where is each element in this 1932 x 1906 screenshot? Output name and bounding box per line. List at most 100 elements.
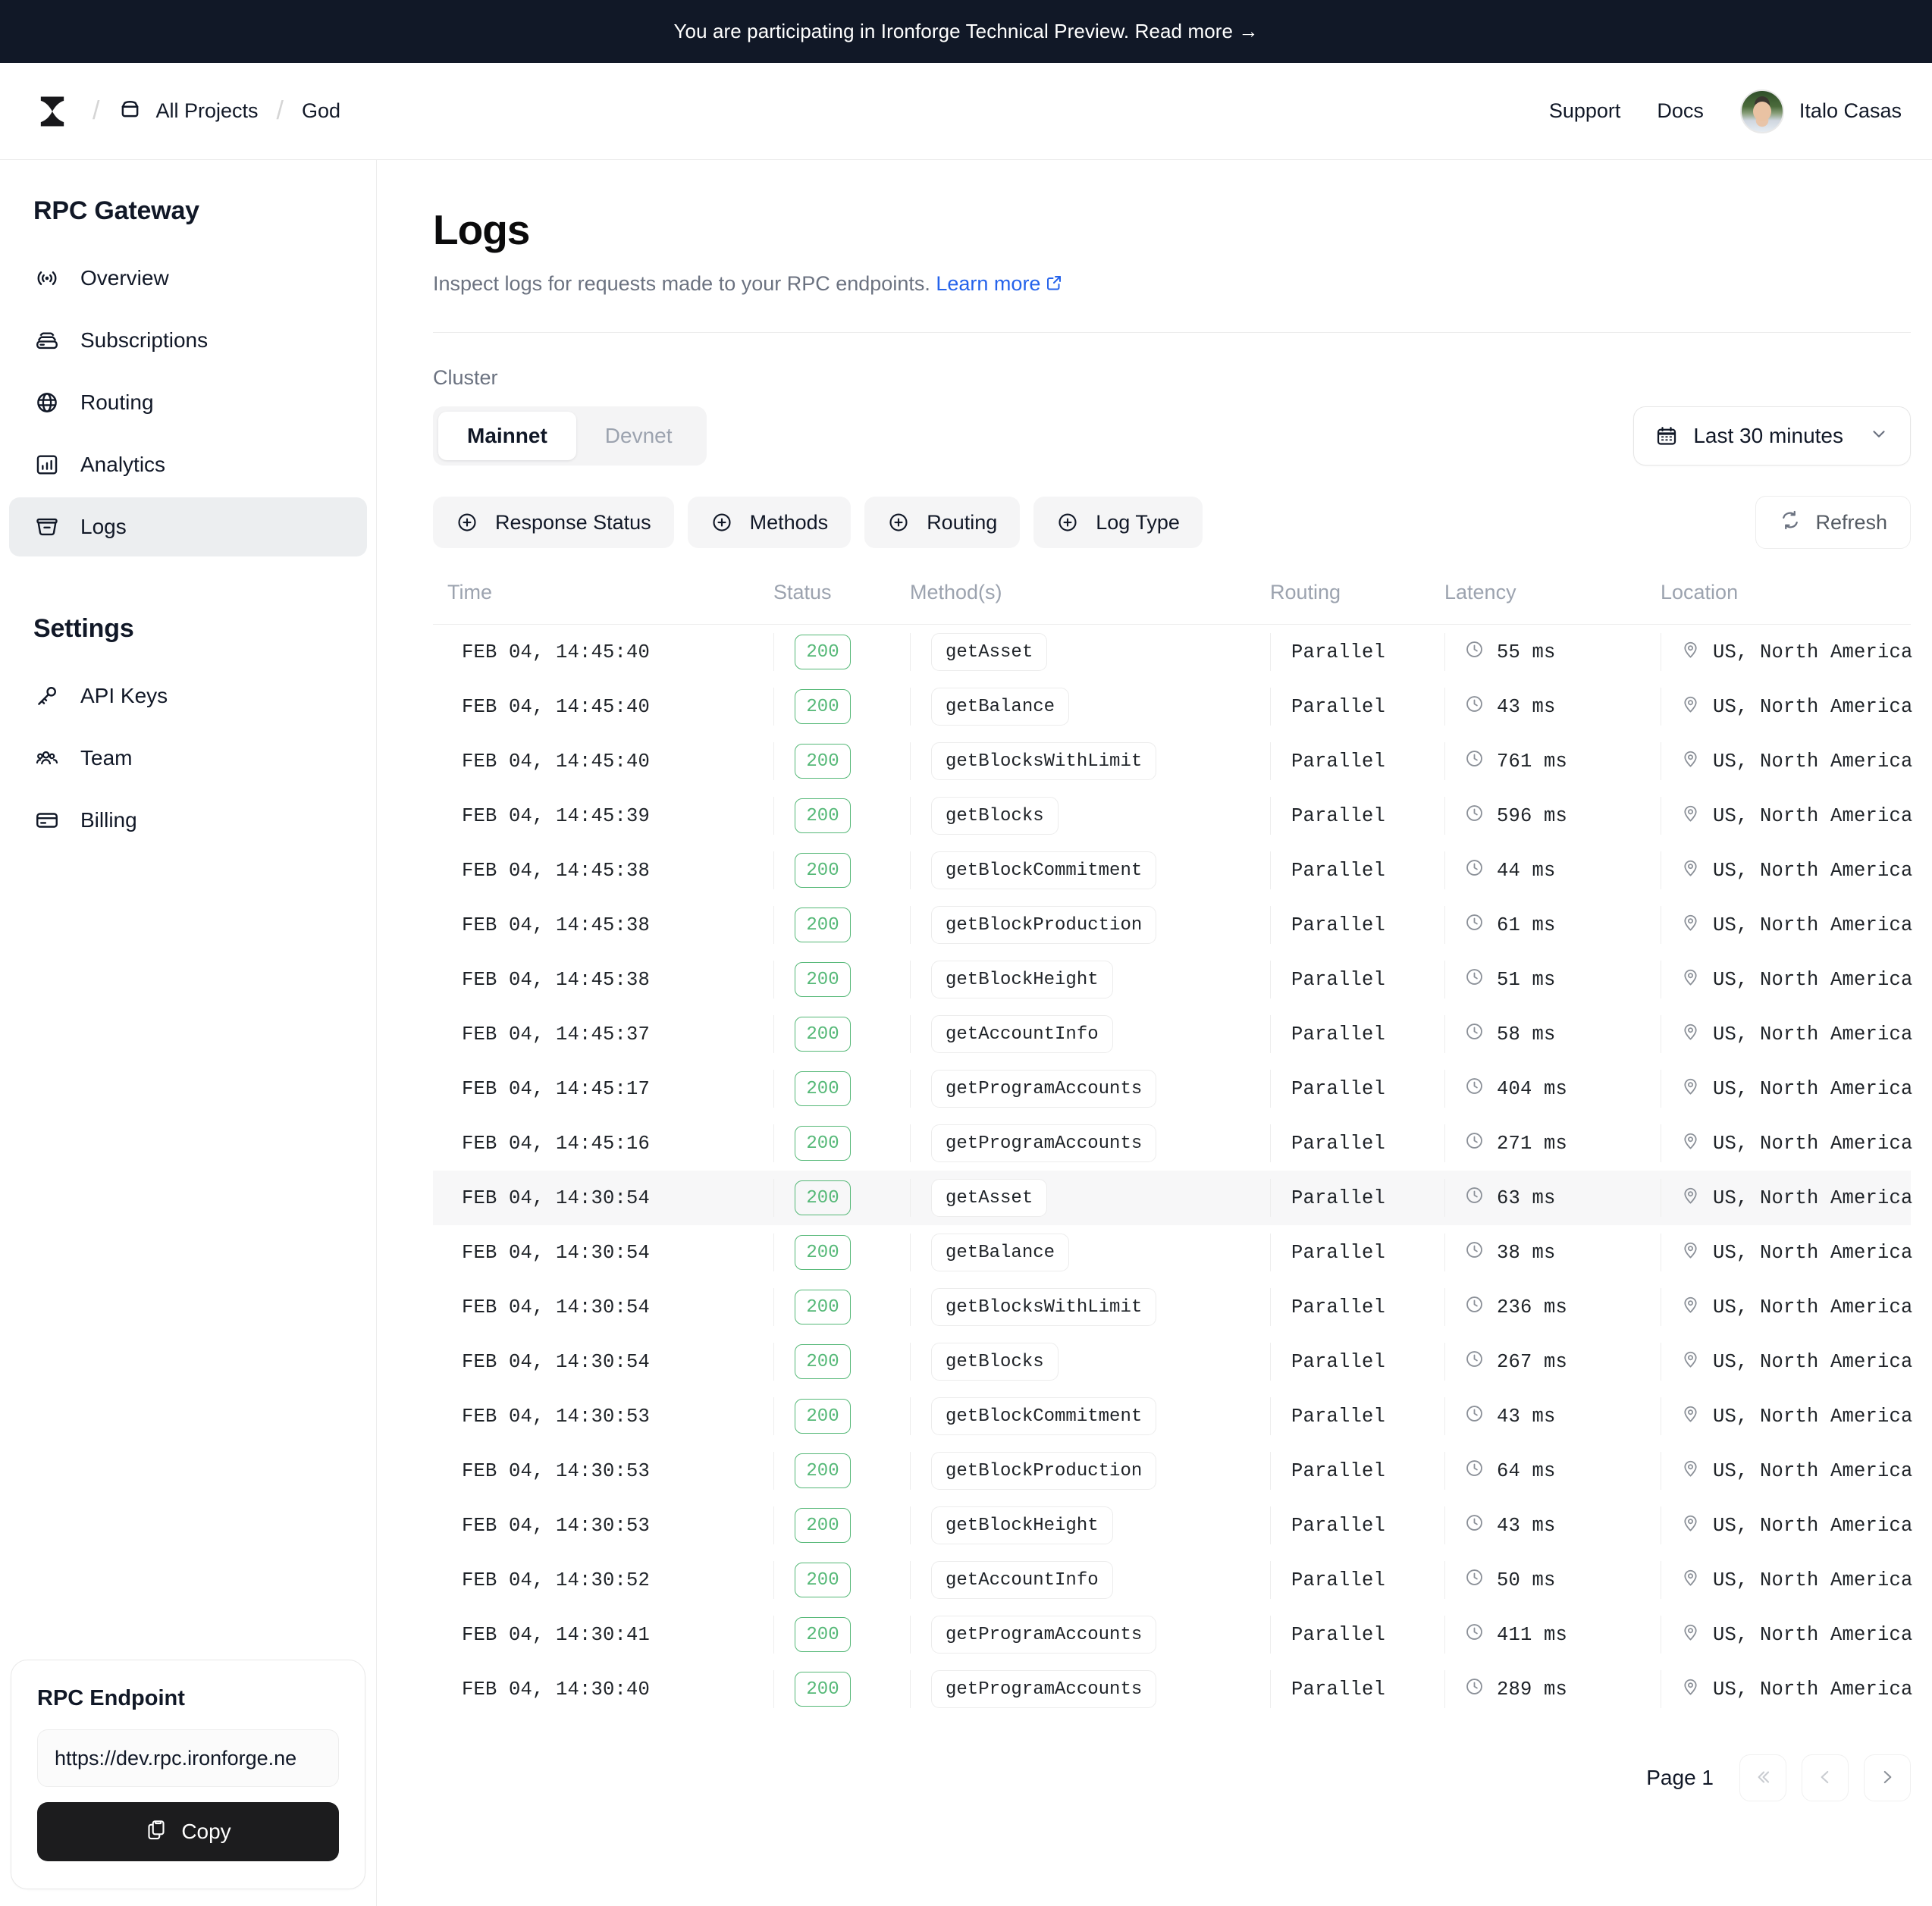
anvil-logo[interactable] (30, 89, 74, 133)
table-row[interactable]: FEB 04, 14:30:54 200 getBlocks Parallel 267 … (433, 1334, 1912, 1389)
location-value: US, North America (1713, 1296, 1913, 1318)
status-badge: 200 (795, 853, 851, 888)
cell-method: getProgramAccounts (910, 1116, 1270, 1171)
cell-status: 200 (773, 898, 910, 952)
table-row[interactable]: FEB 04, 14:30:54 200 getBlocksWithLimit Par… (433, 1280, 1913, 1334)
cell-latency: 63 ms (1444, 1171, 1661, 1225)
filter-methods[interactable]: Methods (687, 497, 852, 548)
log-time: FEB 04, 14:45:40 (462, 695, 651, 718)
cell-time: FEB 04, 14:45:16 (447, 1116, 773, 1171)
table-row[interactable]: FEB 04, 14:45:16 200 getProgramAccounts Par… (433, 1116, 1912, 1171)
map-pin-icon (1680, 1513, 1701, 1538)
table-row[interactable]: FEB 04, 14:30:40 200 getProgramAccounts Par… (433, 1662, 1912, 1716)
sidebar-item-api-keys[interactable]: API Keys (9, 666, 367, 726)
announcement-text: You are participating in Ironforge Techn… (673, 20, 1259, 42)
table-row[interactable]: FEB 04, 14:45:40 200 getAsset Parallel 55 ms… (433, 625, 1912, 679)
cell-routing: Parallel (1270, 1007, 1444, 1061)
routing-value: Parallel (1291, 750, 1386, 773)
routing-value: Parallel (1291, 1241, 1386, 1264)
table-row[interactable]: FEB 04, 14:45:40 200 getBalance Parallel 43 … (433, 679, 1912, 734)
copy-button[interactable]: Copy (37, 1802, 339, 1861)
support-link[interactable]: Support (1549, 99, 1621, 123)
cell-status: 200 (773, 625, 910, 679)
table-row[interactable]: FEB 04, 14:30:41 200 getProgramAccounts Par… (433, 1607, 1912, 1662)
map-pin-icon (1680, 1349, 1701, 1375)
table-row[interactable]: FEB 04, 14:45:38 200 getBlockProduction Par… (433, 898, 1912, 952)
table-row[interactable]: FEB 04, 14:30:54 200 getAsset Parallel 63 ms… (433, 1171, 1912, 1225)
tab-devnet[interactable]: Devnet (576, 412, 701, 460)
map-pin-icon (1680, 967, 1701, 992)
table-row[interactable]: FEB 04, 14:45:39 200 getBlocks Parallel 596 … (433, 788, 1912, 843)
log-time: FEB 04, 14:30:54 (462, 1241, 651, 1264)
latency-value: 271 ms (1497, 1132, 1568, 1155)
pagination-prev-button[interactable] (1802, 1754, 1849, 1801)
table-row[interactable]: FEB 04, 14:30:53 200 getBlockCommitment Par… (433, 1389, 1912, 1444)
cell-location: US, North America (1661, 788, 1925, 843)
cell-routing: Parallel (1270, 625, 1444, 679)
filter-log-type[interactable]: Log Type (1033, 497, 1203, 548)
pagination-first-button[interactable] (1739, 1754, 1786, 1801)
pagination-next-button[interactable] (1864, 1754, 1911, 1801)
table-row[interactable]: FEB 04, 14:30:53 200 getBlockHeight Paralle… (433, 1498, 1912, 1553)
cell-routing: Parallel (1270, 1116, 1444, 1171)
date-range-picker[interactable]: Last 30 minutes (1633, 406, 1911, 466)
cell-routing: Parallel (1270, 1498, 1444, 1553)
filter-routing-label: Routing (927, 510, 998, 534)
method-chip: getProgramAccounts (931, 1616, 1157, 1654)
rpc-endpoint-input[interactable] (37, 1729, 339, 1787)
cell-time: FEB 04, 14:45:38 (447, 898, 773, 952)
breadcrumb-separator-2: / (276, 96, 284, 125)
filter-routing[interactable]: Routing (864, 497, 1021, 548)
cell-location: US, North America (1661, 898, 1925, 952)
clock-icon (1464, 912, 1485, 938)
table-row[interactable]: FEB 04, 14:30:54 200 getBalance Parallel 38 … (433, 1225, 1913, 1280)
cell-time: FEB 04, 14:30:54 (447, 1280, 773, 1334)
announcement-banner[interactable]: You are participating in Ironforge Techn… (0, 0, 1932, 63)
breadcrumb-project[interactable]: God (302, 99, 340, 123)
table-row[interactable]: FEB 04, 14:45:38 200 getBlockCommitment Par… (433, 843, 1912, 898)
tab-mainnet[interactable]: Mainnet (438, 412, 576, 460)
map-pin-icon (1680, 1403, 1701, 1429)
clock-icon (1464, 1458, 1485, 1484)
sidebar-item-billing[interactable]: Billing (9, 791, 367, 850)
table-row[interactable]: FEB 04, 14:45:37 200 getAccountInfo Paralle… (433, 1007, 1912, 1061)
clock-icon (1464, 1676, 1485, 1702)
map-pin-icon (1680, 912, 1701, 938)
table-row[interactable]: FEB 04, 14:45:17 200 getProgramAccounts Par… (433, 1061, 1912, 1116)
sidebar-item-logs[interactable]: Logs (9, 497, 367, 556)
method-chip: getBlockHeight (931, 961, 1113, 998)
clock-icon (1464, 1240, 1485, 1265)
latency-value: 38 ms (1497, 1241, 1556, 1264)
cell-latency: 404 ms (1444, 1061, 1661, 1116)
sidebar-item-team[interactable]: Team (9, 729, 367, 788)
routing-value: Parallel (1291, 914, 1386, 936)
refresh-button[interactable]: Refresh (1755, 496, 1911, 549)
cell-status: 200 (773, 843, 910, 898)
status-badge: 200 (795, 1453, 851, 1488)
latency-value: 404 ms (1497, 1077, 1568, 1100)
filter-response-status[interactable]: Response Status (433, 497, 674, 548)
table-row[interactable]: FEB 04, 14:45:40 200 getBlocksWithLimit Par… (433, 734, 1912, 788)
cell-time: FEB 04, 14:30:52 (447, 1553, 773, 1607)
table-row[interactable]: FEB 04, 14:45:38 200 getBlockHeight Paralle… (433, 952, 1913, 1007)
sidebar-item-analytics[interactable]: Analytics (9, 435, 367, 494)
cell-latency: 761 ms (1444, 734, 1661, 788)
cell-method: getBalance (910, 679, 1270, 734)
table-row[interactable]: FEB 04, 14:30:52 200 getAccountInfo Paralle… (433, 1553, 1912, 1607)
table-row[interactable]: FEB 04, 14:30:53 200 getBlockProduction Par… (433, 1444, 1912, 1498)
column-header-location: Location (1661, 581, 1739, 603)
cell-method: getAsset (910, 1171, 1270, 1225)
location-value: US, North America (1713, 968, 1913, 991)
sidebar-item-overview[interactable]: Overview (9, 249, 367, 308)
user-menu[interactable]: Italo Casas (1739, 89, 1902, 133)
cell-status: 200 (773, 1444, 910, 1498)
sidebar-item-subscriptions[interactable]: Subscriptions (9, 311, 367, 370)
filter-response-status-label: Response Status (495, 510, 651, 534)
breadcrumb-all-projects[interactable]: All Projects (118, 96, 259, 127)
clock-icon (1464, 857, 1485, 883)
sidebar-item-routing[interactable]: Routing (9, 373, 367, 432)
status-badge: 200 (795, 1290, 851, 1324)
location-value: US, North America (1713, 1241, 1913, 1264)
docs-link[interactable]: Docs (1657, 99, 1704, 123)
learn-more-link[interactable]: Learn more (936, 272, 1063, 295)
